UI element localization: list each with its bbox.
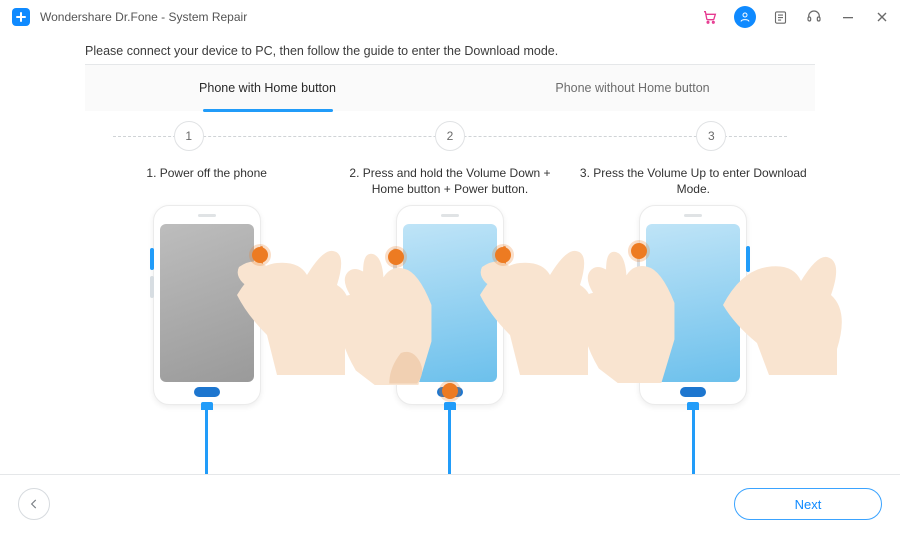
window-controls — [700, 0, 892, 34]
close-button[interactable] — [872, 7, 892, 27]
step-1: 1. Power off the phone — [85, 165, 328, 480]
tab-label: Phone without Home button — [555, 81, 709, 95]
app-logo-icon — [12, 8, 30, 26]
cable-icon — [444, 402, 456, 480]
cable-icon — [201, 402, 213, 480]
step-1-illustration — [87, 205, 327, 480]
touch-dot-icon — [388, 249, 404, 265]
hand-icon — [565, 223, 685, 383]
tabs: Phone with Home button Phone without Hom… — [85, 65, 815, 111]
window-title: Wondershare Dr.Fone - System Repair — [40, 10, 247, 24]
hand-icon — [723, 215, 843, 375]
touch-dot-icon — [252, 247, 268, 263]
step-2-caption: 2. Press and hold the Volume Down + Home… — [328, 165, 571, 205]
support-icon[interactable] — [804, 7, 824, 27]
back-button[interactable] — [18, 488, 50, 520]
tab-label: Phone with Home button — [199, 81, 336, 95]
tab-without-home[interactable]: Phone without Home button — [450, 65, 815, 111]
app-window: { "title": "Wondershare Dr.Fone - System… — [0, 0, 900, 533]
step-circle-3: 3 — [696, 121, 726, 151]
account-icon[interactable] — [734, 6, 756, 28]
cable-icon — [687, 402, 699, 480]
step-circle-2: 2 — [435, 121, 465, 151]
footer: Next — [0, 474, 900, 533]
touch-dot-icon — [442, 383, 458, 399]
tab-with-home[interactable]: Phone with Home button — [85, 65, 450, 111]
step-3: 3. Press the Volume Up to enter Download… — [572, 165, 815, 480]
main-content: Please connect your device to PC, then f… — [0, 34, 900, 480]
instruction-text: Please connect your device to PC, then f… — [85, 44, 815, 58]
step-circle-1: 1 — [174, 121, 204, 151]
next-button[interactable]: Next — [734, 488, 882, 520]
step-1-caption: 1. Power off the phone — [138, 165, 275, 205]
touch-dot-icon — [495, 247, 511, 263]
step-indicator: 1 2 3 — [85, 111, 815, 161]
step-3-illustration — [573, 205, 813, 480]
next-label: Next — [795, 497, 822, 512]
titlebar: Wondershare Dr.Fone - System Repair — [0, 0, 900, 34]
step-2: 2. Press and hold the Volume Down + Home… — [328, 165, 571, 480]
steps-row: 1. Power off the phone — [85, 165, 815, 480]
step-3-caption: 3. Press the Volume Up to enter Download… — [572, 165, 815, 205]
minimize-button[interactable] — [838, 7, 858, 27]
cart-icon[interactable] — [700, 7, 720, 27]
step-2-illustration — [330, 205, 570, 480]
feedback-icon[interactable] — [770, 7, 790, 27]
hand-icon — [322, 225, 442, 385]
